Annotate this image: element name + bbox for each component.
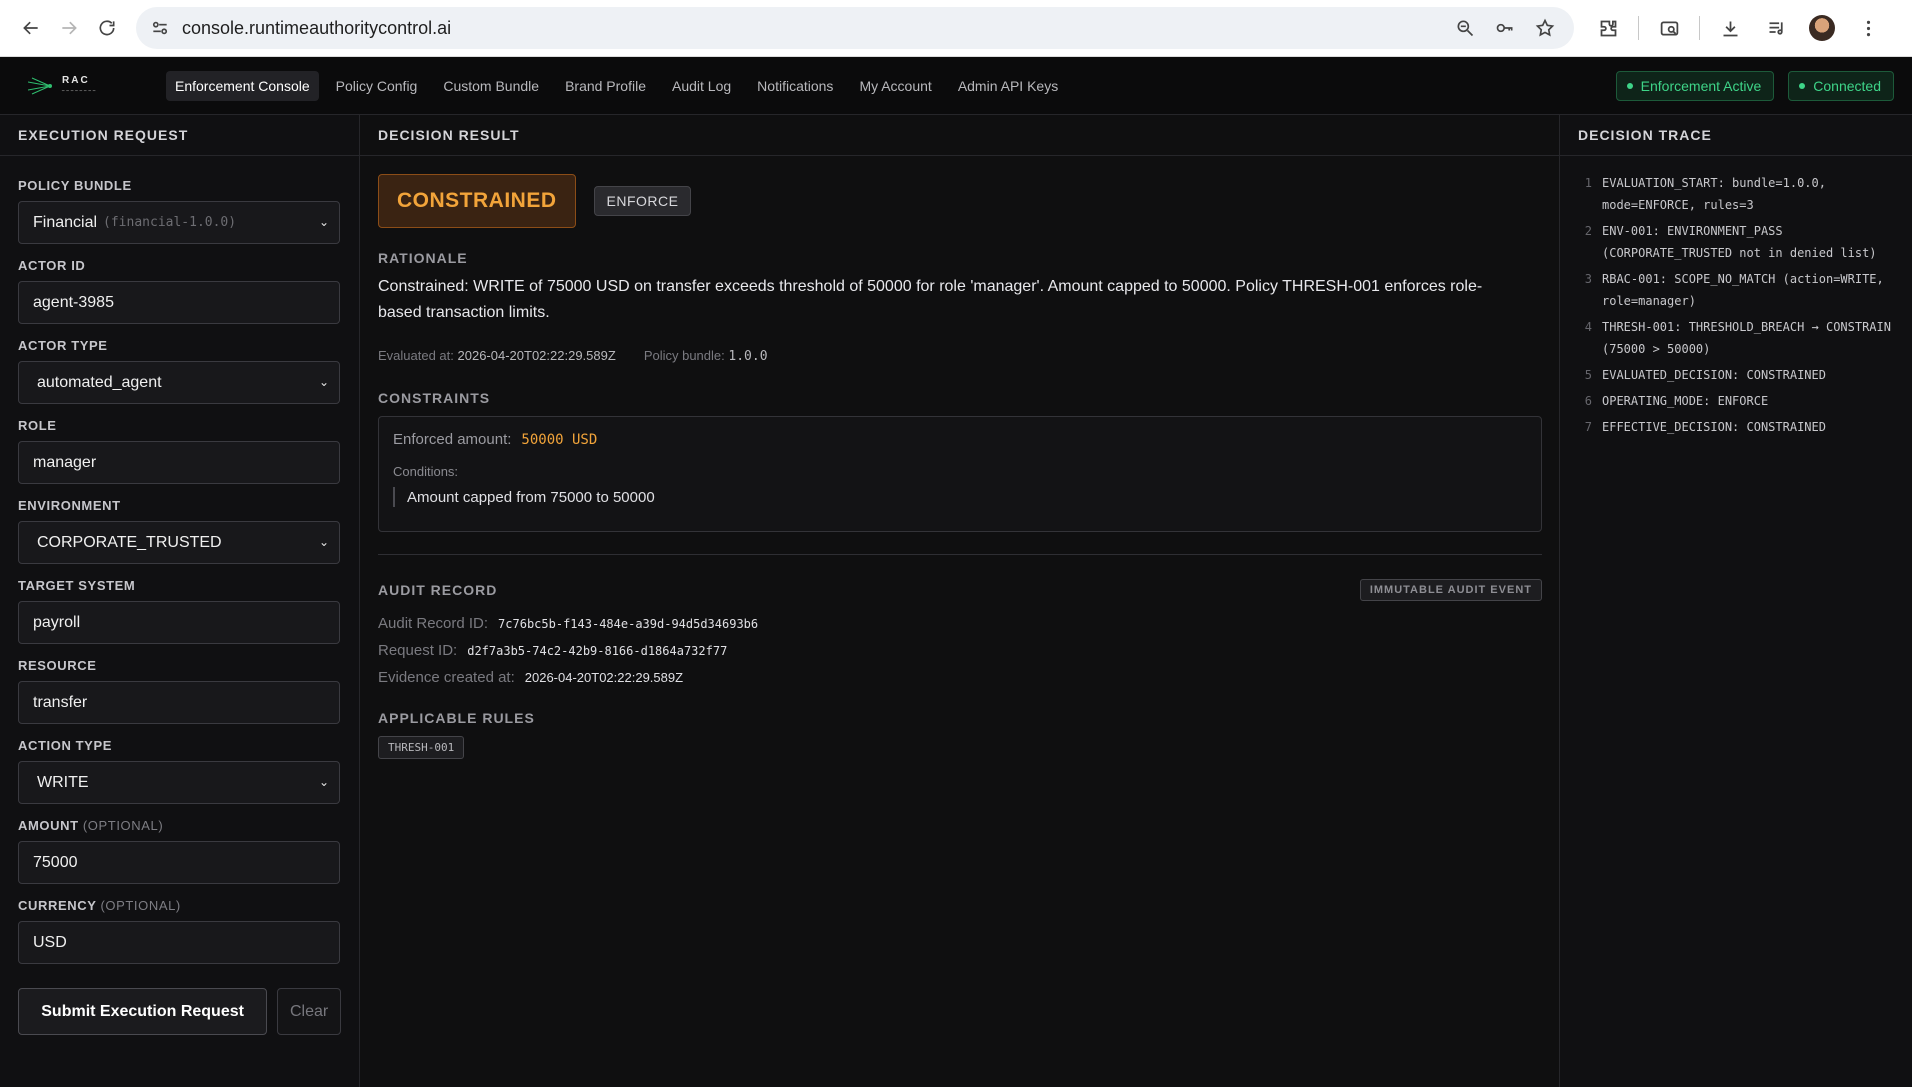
mode-badge: ENFORCE: [593, 186, 692, 216]
toolbar-divider: [1699, 16, 1700, 40]
menu-dots-icon[interactable]: [1852, 12, 1884, 44]
status-dot-icon: [1626, 82, 1633, 89]
toolbar-divider: [1638, 16, 1639, 40]
app-logo[interactable]: RAC ━━━━━━━━: [28, 74, 138, 98]
decision-result-panel: DECISION RESULT CONSTRAINED ENFORCE RATI…: [360, 115, 1560, 1087]
tab-policy-config[interactable]: Policy Config: [327, 71, 427, 101]
request-id: Request ID: d2f7a3b5-74c2-42b9-8166-d1864…: [378, 642, 728, 659]
logo-text: RAC ━━━━━━━━: [62, 74, 98, 93]
tab-search-icon[interactable]: [1653, 12, 1685, 44]
forward-icon[interactable]: [50, 9, 88, 47]
tab-enforcement-console[interactable]: Enforcement Console: [166, 70, 319, 101]
media-control-icon[interactable]: [1760, 12, 1792, 44]
policy-bundle-select[interactable]: Financial (financial-1.0.0) ⌄: [18, 201, 340, 244]
field-label: AMOUNT (OPTIONAL): [18, 818, 164, 833]
field-label: RESOURCE: [18, 658, 97, 673]
resource-input[interactable]: transfer: [18, 681, 340, 724]
site-settings-icon[interactable]: [150, 18, 170, 38]
trace-item: 4 THRESH-001: THRESHOLD_BREACH → CONSTRAI…: [1584, 320, 1891, 356]
status-dot-icon: [1799, 82, 1806, 89]
execution-request-panel: EXECUTION REQUEST POLICY BUNDLE Financia…: [0, 115, 360, 1087]
panel-title: DECISION TRACE: [1560, 115, 1912, 156]
enforced-amount-label: Enforced amount:: [393, 431, 512, 448]
currency-input[interactable]: USD: [18, 921, 340, 964]
divider: [378, 554, 1542, 555]
chevron-down-icon: ⌄: [318, 535, 329, 549]
tab-notifications[interactable]: Notifications: [748, 71, 842, 101]
trace-item: 2 ENV-001: ENVIRONMENT_PASS (CORPORATE_TR…: [1584, 224, 1877, 260]
field-label: TARGET SYSTEM: [18, 578, 136, 593]
app-header: RAC ━━━━━━━━ Enforcement Console Policy C…: [0, 57, 1912, 115]
browser-toolbar: console.runtimeauthoritycontrol.ai: [0, 0, 1912, 57]
field-label: ENVIRONMENT: [18, 498, 121, 513]
trace-list: 1 EVALUATION_START: bundle=1.0.0, mode=EN…: [1560, 156, 1912, 438]
section-label: CONSTRAINTS: [378, 390, 491, 406]
role-input[interactable]: manager: [18, 441, 340, 484]
back-icon[interactable]: [12, 9, 50, 47]
clear-button[interactable]: Clear: [277, 988, 341, 1035]
action-type-select[interactable]: WRITE ⌄: [18, 761, 340, 804]
key-icon[interactable]: [1490, 13, 1520, 43]
panel-title: DECISION RESULT: [360, 115, 1559, 156]
submit-request-button[interactable]: Submit Execution Request: [18, 988, 268, 1035]
field-label: ACTOR TYPE: [18, 338, 108, 353]
extensions-icon[interactable]: [1592, 12, 1624, 44]
decision-trace-panel: DECISION TRACE 1 EVALUATION_START: bundle…: [1560, 115, 1912, 1087]
tab-brand-profile[interactable]: Brand Profile: [556, 71, 655, 101]
main-nav: Enforcement Console Policy Config Custom…: [166, 70, 1075, 101]
trace-item: 1 EVALUATION_START: bundle=1.0.0, mode=EN…: [1584, 176, 1826, 212]
rationale-text: Constrained: WRITE of 75000 USD on trans…: [378, 278, 1483, 321]
panel-title: EXECUTION REQUEST: [0, 115, 359, 156]
connection-status-badge: Connected: [1788, 70, 1894, 101]
tab-my-account[interactable]: My Account: [850, 71, 940, 101]
trace-item: 3 RBAC-001: SCOPE_NO_MATCH (action=WRITE,…: [1584, 272, 1884, 308]
evidence-created: Evidence created at: 2026-04-20T02:22:29.…: [378, 669, 684, 686]
immutable-badge: IMMUTABLE AUDIT EVENT: [1359, 579, 1542, 601]
section-label: AUDIT RECORD: [378, 582, 498, 598]
tab-admin-api-keys[interactable]: Admin API Keys: [949, 71, 1067, 101]
zoom-icon[interactable]: [1450, 13, 1480, 43]
field-label: CURRENCY (OPTIONAL): [18, 898, 181, 913]
reload-icon[interactable]: [88, 9, 126, 47]
chevron-down-icon: ⌄: [318, 215, 329, 229]
chevron-down-icon: ⌄: [318, 375, 329, 389]
field-label: ROLE: [18, 418, 57, 433]
evaluation-meta: Evaluated at: 2026-04-20T02:22:29.589Z P…: [378, 348, 768, 364]
profile-avatar[interactable]: [1806, 12, 1838, 44]
tab-audit-log[interactable]: Audit Log: [663, 71, 740, 101]
actor-id-input[interactable]: agent-3985: [18, 281, 340, 324]
chevron-down-icon: ⌄: [318, 775, 329, 789]
decision-badge: CONSTRAINED: [378, 174, 576, 228]
constraints-box: Enforced amount: 50000 USD Conditions: Am…: [378, 416, 1542, 532]
environment-select[interactable]: CORPORATE_TRUSTED ⌄: [18, 521, 340, 564]
star-icon[interactable]: [1530, 13, 1560, 43]
tab-custom-bundle[interactable]: Custom Bundle: [434, 71, 548, 101]
field-label: ACTION TYPE: [18, 738, 112, 753]
amount-input[interactable]: 75000: [18, 841, 340, 884]
url-text[interactable]: console.runtimeauthoritycontrol.ai: [182, 18, 1450, 39]
actor-type-select[interactable]: automated_agent ⌄: [18, 361, 340, 404]
audit-record-id: Audit Record ID: 7c76bc5b-f143-484e-a39d-…: [378, 615, 759, 632]
field-label: ACTOR ID: [18, 258, 86, 273]
trace-item: 7 EFFECTIVE_DECISION: CONSTRAINED: [1584, 420, 1826, 434]
rule-chip[interactable]: THRESH-001: [378, 736, 465, 759]
download-icon[interactable]: [1714, 12, 1746, 44]
trace-item: 5 EVALUATED_DECISION: CONSTRAINED: [1584, 368, 1826, 382]
conditions-label: Conditions:: [393, 464, 459, 479]
section-label: APPLICABLE RULES: [378, 710, 535, 726]
trace-item: 6 OPERATING_MODE: ENFORCE: [1584, 394, 1769, 408]
condition-item: Amount capped from 75000 to 50000: [393, 487, 1527, 507]
section-label: RATIONALE: [378, 250, 468, 266]
enforcement-status-badge: Enforcement Active: [1615, 70, 1775, 101]
avatar: [1809, 15, 1835, 41]
address-bar[interactable]: console.runtimeauthoritycontrol.ai: [136, 7, 1574, 49]
target-system-input[interactable]: payroll: [18, 601, 340, 644]
field-label: POLICY BUNDLE: [18, 178, 132, 193]
enforced-amount-value: 50000 USD: [521, 431, 598, 448]
logo-mark-icon: [28, 77, 52, 94]
